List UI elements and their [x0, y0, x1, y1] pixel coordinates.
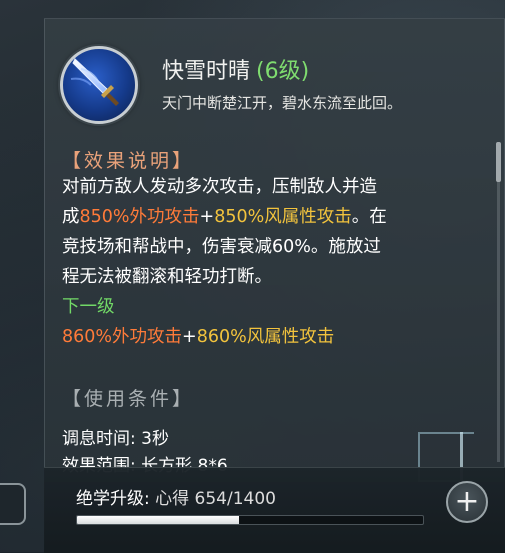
- external-damage: 850%外功攻击: [79, 207, 200, 227]
- upgrade-label: 绝学升级: 心得 654/1400: [76, 484, 276, 509]
- upgrade-title: 绝学升级:: [76, 489, 150, 509]
- skill-title: 快雪时晴 (6级): [162, 53, 309, 85]
- upgrade-plus-button[interactable]: +: [446, 481, 488, 523]
- wind-damage: 850%风属性攻击: [214, 207, 352, 227]
- effect-text: 成: [62, 207, 80, 227]
- next-level-label: 下一级: [62, 297, 115, 317]
- next-wind-damage: 860%风属性攻击: [196, 327, 335, 347]
- next-level-damage: 860%外功攻击+860%风属性攻击: [62, 322, 482, 352]
- cooldown-text: 调息时间: 3秒: [62, 429, 169, 449]
- effect-line-1: 对前方敌人发动多次攻击，压制敌人并造: [62, 177, 377, 197]
- effect-line-4: 程无法被翻滚和轻功打断。: [62, 267, 272, 287]
- scrollbar-thumb[interactable]: [496, 142, 501, 182]
- upgrade-bar: [44, 467, 505, 553]
- effect-text: 。在: [351, 207, 387, 227]
- skill-level: (6级): [256, 59, 310, 84]
- conditions-heading: 【使用条件】: [62, 388, 195, 410]
- effect-description: 对前方敌人发动多次攻击，压制敌人并造 成850%外功攻击+850%风属性攻击。在…: [62, 172, 482, 352]
- effect-heading: 【效果说明】: [62, 150, 195, 172]
- upgrade-progress-text: 心得 654/1400: [155, 489, 276, 509]
- plus-icon: +: [454, 484, 480, 519]
- sword-icon: [60, 46, 138, 124]
- effect-line-3: 竞技场和帮战中，伤害衰减60%。施放过: [62, 237, 381, 257]
- effect-line-2: 成850%外功攻击+850%风属性攻击。在: [62, 202, 482, 232]
- upgrade-progress-bar: [76, 515, 424, 525]
- skill-name: 快雪时晴: [162, 59, 251, 84]
- skill-subtitle: 天门中断楚江开，碧水东流至此回。: [162, 94, 403, 112]
- scroll-track[interactable]: [497, 142, 500, 462]
- plus-sign: +: [199, 207, 215, 227]
- side-tab[interactable]: [0, 483, 26, 525]
- upgrade-progress-fill: [77, 516, 239, 524]
- next-external-damage: 860%外功攻击: [62, 327, 183, 347]
- plus-sign: +: [182, 327, 197, 347]
